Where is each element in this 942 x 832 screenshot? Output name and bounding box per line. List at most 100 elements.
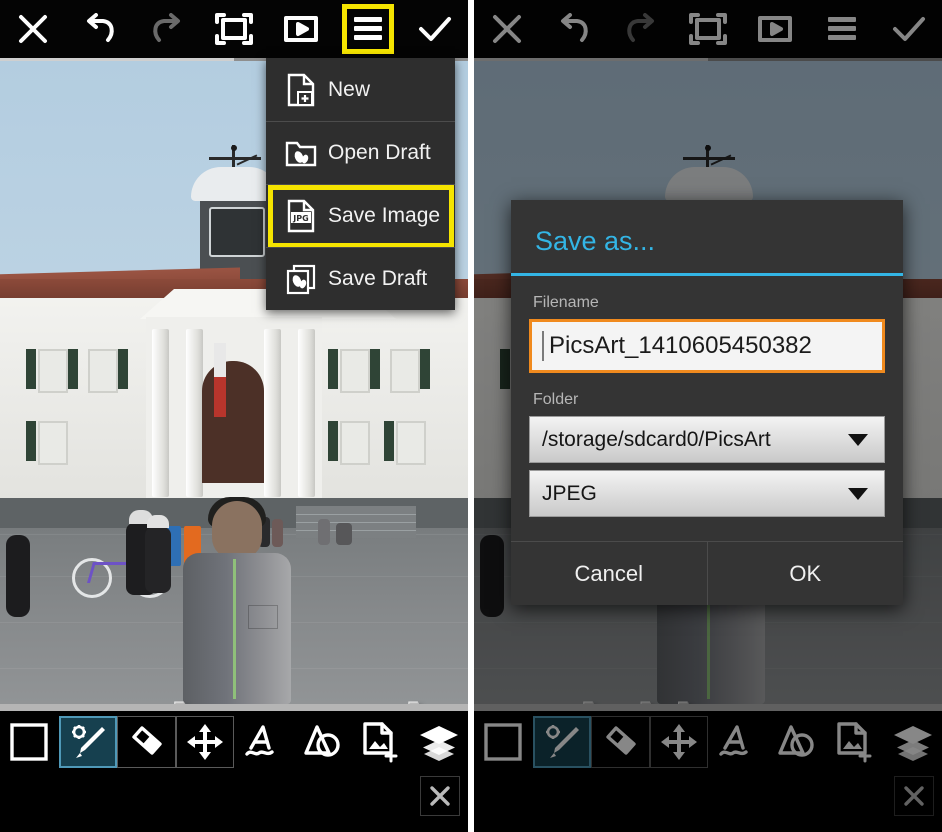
color-swatch-button[interactable]: [0, 716, 59, 768]
column: [152, 329, 169, 497]
folder-value: /storage/sdcard0/PicsArt: [542, 427, 771, 451]
undo-icon: [87, 13, 114, 42]
menu-item-label: New: [328, 77, 371, 101]
cyclist-passenger: [145, 515, 171, 593]
eraser-icon: [132, 726, 162, 755]
entrance-door: [202, 361, 264, 483]
crop-icon: [215, 13, 253, 45]
filename-label: Filename: [533, 294, 599, 311]
dialog-body: Filename PicsArt_1410605450382 Folder /s…: [511, 276, 903, 525]
window: [340, 349, 370, 393]
menu-item-label: Open Draft: [328, 141, 431, 164]
layers-button[interactable]: [410, 716, 469, 768]
jpg-file-icon: JPG: [280, 199, 322, 233]
format-value: JPEG: [542, 481, 597, 505]
pedestrian: [6, 535, 30, 617]
window: [396, 421, 426, 465]
shutter: [26, 421, 36, 461]
window: [38, 421, 68, 465]
shutter: [118, 349, 128, 389]
folder-select[interactable]: /storage/sdcard0/PicsArt: [529, 416, 885, 463]
menu-item-open-draft[interactable]: Open Draft: [266, 121, 455, 184]
add-photo-icon: [363, 722, 398, 763]
brush-button[interactable]: [58, 716, 117, 768]
tool-strip: [0, 716, 468, 768]
window: [390, 349, 420, 393]
menu-highlight-box: [341, 4, 394, 54]
screenshot-stage: www.kusnendar.web.id: [0, 0, 942, 832]
color-swatch-icon: [10, 723, 48, 761]
text-icon: [245, 725, 274, 756]
menu-item-label: Save Draft: [328, 267, 428, 290]
bottom-toolbar: [0, 704, 468, 832]
menu-item-save-image[interactable]: JPG Save Image: [266, 184, 455, 248]
layers-icon: [419, 726, 458, 761]
pedestrian: [318, 519, 330, 545]
menu-item-label: Save Image: [328, 204, 441, 227]
site-watermark: www.kusnendar.web.id: [8, 694, 468, 704]
chevron-down-icon: [848, 487, 868, 500]
right-panel-screenshot: www.kusnendar.web.id: [474, 0, 942, 832]
menu-button[interactable]: [334, 0, 401, 58]
open-folder-icon: [280, 138, 322, 168]
pedestrian: [336, 523, 352, 545]
folder-label: Folder: [533, 391, 579, 408]
ok-button[interactable]: OK: [706, 542, 904, 605]
add-photo-button[interactable]: [351, 716, 410, 768]
close-icon: [430, 786, 450, 806]
dialog-title: Save as...: [535, 226, 656, 256]
crop-button[interactable]: [201, 0, 268, 58]
left-panel-screenshot: www.kusnendar.web.id: [0, 0, 468, 832]
eraser-button[interactable]: [117, 716, 176, 768]
format-select[interactable]: JPEG: [529, 470, 885, 517]
tower-louvre: [209, 207, 265, 257]
check-icon: [418, 17, 451, 41]
text-caret: [542, 331, 544, 361]
window: [340, 421, 370, 465]
column: [186, 329, 203, 497]
filename-input[interactable]: PicsArt_1410605450382: [529, 319, 885, 373]
move-button[interactable]: [176, 716, 235, 768]
subject-pocket: [248, 605, 278, 629]
file-menu-dropdown: New Open Draft JPG Save Image Save Draft: [266, 58, 455, 310]
chevron-down-icon: [848, 433, 868, 446]
close-icon: [19, 15, 48, 43]
close-button[interactable]: [0, 0, 67, 58]
shutter: [370, 349, 380, 389]
menu-item-save-draft[interactable]: Save Draft: [266, 247, 455, 310]
replay-button[interactable]: [267, 0, 334, 58]
close-panel-button[interactable]: [420, 776, 460, 816]
undo-button[interactable]: [67, 0, 134, 58]
indonesian-flag-white: [214, 343, 226, 377]
redo-button[interactable]: [134, 0, 201, 58]
text-button[interactable]: [234, 716, 293, 768]
svg-text:JPG: JPG: [292, 214, 308, 223]
move-icon: [186, 724, 223, 760]
subject-zipper: [233, 559, 236, 699]
shutter: [384, 421, 394, 461]
weather-vane-top: [231, 145, 237, 151]
save-as-dialog: Save as... Filename PicsArt_141060545038…: [511, 200, 903, 605]
play-icon: [283, 16, 318, 42]
shutter: [328, 349, 338, 389]
shutter: [420, 349, 430, 389]
toolbar-top-edge: [0, 704, 468, 711]
shutter: [68, 349, 78, 389]
shapes-icon: [304, 725, 340, 757]
redo-icon: [153, 13, 181, 42]
cancel-button[interactable]: Cancel: [511, 542, 707, 605]
portrait-subject: [178, 497, 296, 704]
apply-button[interactable]: [401, 0, 468, 58]
new-document-icon: [280, 73, 322, 107]
shapes-button[interactable]: [293, 716, 352, 768]
brush-icon: [71, 725, 105, 758]
menu-item-new[interactable]: New: [266, 58, 455, 121]
window: [38, 349, 68, 393]
window: [88, 349, 118, 393]
dialog-actions: Cancel OK: [511, 541, 903, 605]
filename-value: PicsArt_1410605450382: [549, 332, 812, 359]
museum-steps: [296, 506, 416, 538]
save-draft-icon: [280, 263, 322, 295]
shutter: [328, 421, 338, 461]
column: [298, 329, 315, 497]
